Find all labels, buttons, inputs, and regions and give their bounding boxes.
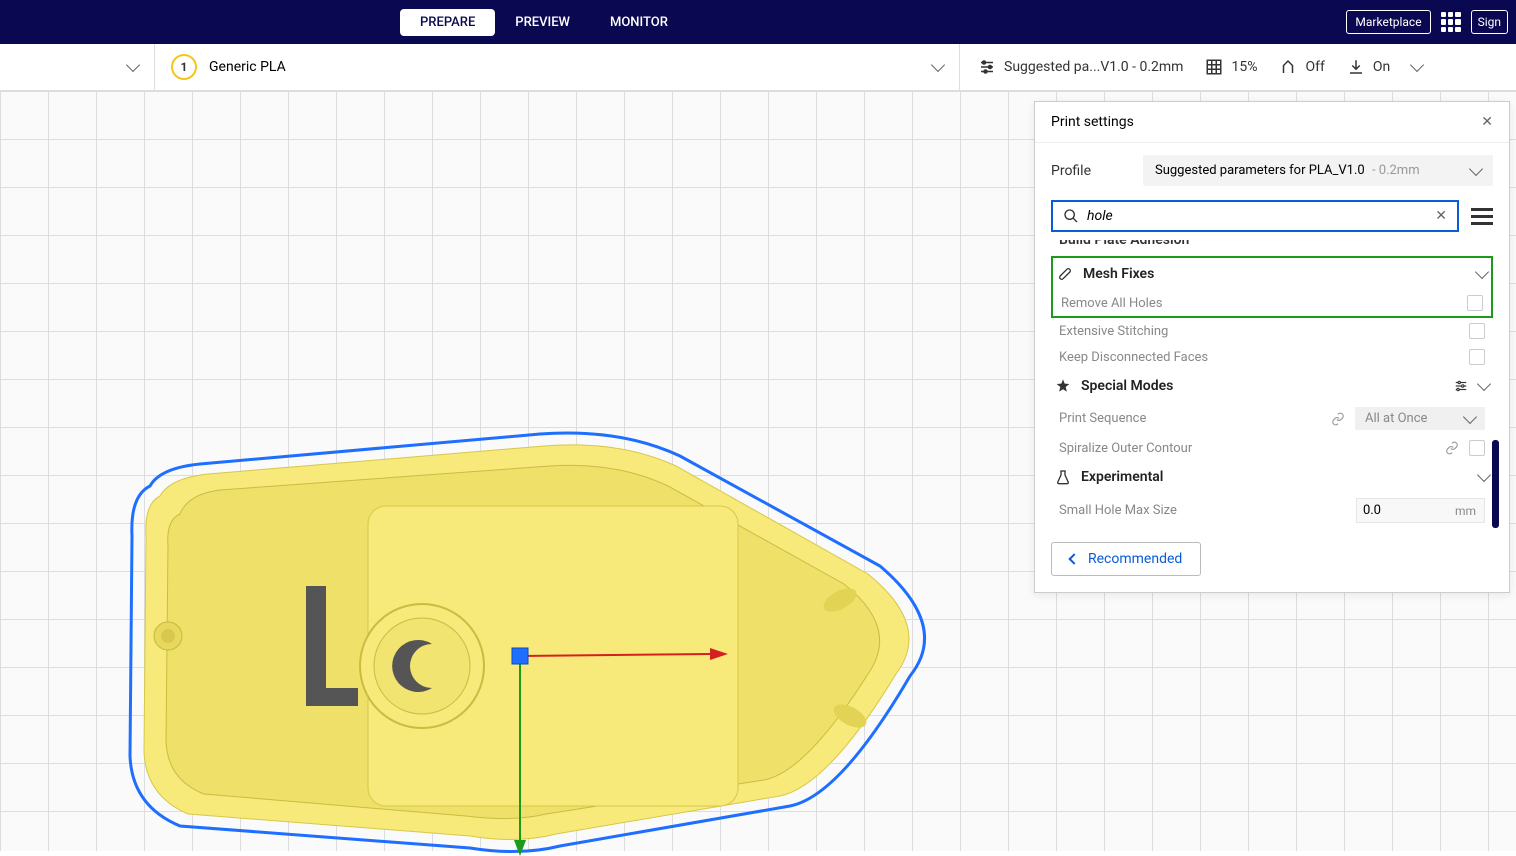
- chevron-left-icon: [1068, 553, 1079, 564]
- bandage-icon: [1057, 266, 1073, 282]
- checkbox[interactable]: [1469, 349, 1485, 365]
- settings-menu-icon[interactable]: [1471, 208, 1493, 225]
- chevron-down-icon: [1463, 409, 1477, 423]
- tab-prepare[interactable]: PREPARE: [400, 9, 495, 36]
- mode-tabs: PREPARE PREVIEW MONITOR: [400, 9, 688, 36]
- category-special-modes[interactable]: Special Modes: [1051, 370, 1493, 402]
- clear-search-icon[interactable]: ✕: [1435, 208, 1447, 224]
- chevron-down-icon: [126, 58, 140, 72]
- checkbox[interactable]: [1467, 295, 1483, 311]
- chevron-down-icon: [1477, 377, 1491, 391]
- topbar-right: Marketplace Sign: [1346, 10, 1508, 34]
- marketplace-button[interactable]: Marketplace: [1346, 10, 1430, 34]
- setting-remove-all-holes[interactable]: Remove All Holes: [1053, 290, 1491, 316]
- setting-spiralize[interactable]: Spiralize Outer Contour: [1051, 435, 1493, 461]
- settings-list: Build Plate Adhesion Mesh Fixes Remove A…: [1051, 240, 1493, 528]
- tab-monitor[interactable]: MONITOR: [590, 9, 688, 36]
- panel-title: Print settings: [1051, 114, 1134, 130]
- search-icon: [1063, 208, 1079, 224]
- chevron-down-icon: [1475, 265, 1489, 279]
- close-icon[interactable]: ✕: [1481, 114, 1493, 130]
- link-icon[interactable]: [1445, 441, 1459, 455]
- star-icon: [1055, 378, 1071, 394]
- category-experimental[interactable]: Experimental: [1051, 461, 1493, 493]
- setting-print-sequence[interactable]: Print Sequence All at Once: [1051, 402, 1493, 435]
- summary-adhesion: On: [1347, 58, 1390, 76]
- infill-icon: [1205, 58, 1223, 76]
- tab-preview[interactable]: PREVIEW: [495, 9, 590, 36]
- checkbox[interactable]: [1469, 323, 1485, 339]
- summary-support: Off: [1279, 58, 1324, 76]
- flask-icon: [1055, 469, 1071, 485]
- print-summary[interactable]: Suggested pa...V1.0 - 0.2mm 15% Off On: [960, 58, 1516, 76]
- setting-small-hole-max-size[interactable]: Small Hole Max Size mm: [1051, 493, 1493, 528]
- model-3d[interactable]: [120, 426, 950, 856]
- chevron-down-icon: [1477, 468, 1491, 482]
- profile-row: Profile Suggested parameters for PLA_V1.…: [1051, 155, 1493, 186]
- print-sequence-select[interactable]: All at Once: [1355, 407, 1485, 430]
- summary-infill: 15%: [1205, 58, 1257, 76]
- sliders-icon[interactable]: [1453, 379, 1469, 393]
- config-bar: 1 Generic PLA Suggested pa...V1.0 - 0.2m…: [0, 44, 1516, 91]
- material-dropdown[interactable]: 1 Generic PLA: [155, 44, 960, 90]
- small-hole-input[interactable]: mm: [1356, 498, 1485, 523]
- model-render: [120, 426, 950, 856]
- settings-search[interactable]: ✕: [1051, 200, 1459, 232]
- category-build-plate-adhesion[interactable]: Build Plate Adhesion: [1059, 240, 1493, 254]
- panel-header: Print settings ✕: [1035, 102, 1509, 143]
- setting-extensive-stitching[interactable]: Extensive Stitching: [1051, 318, 1493, 344]
- search-input[interactable]: [1087, 208, 1427, 224]
- chevron-down-icon: [931, 58, 945, 72]
- chevron-down-icon: [1469, 161, 1483, 175]
- checkbox[interactable]: [1469, 440, 1485, 456]
- apps-grid-icon[interactable]: [1441, 12, 1461, 32]
- top-nav-bar: PREPARE PREVIEW MONITOR Marketplace Sign: [0, 0, 1516, 44]
- adhesion-icon: [1347, 58, 1365, 76]
- recommended-button[interactable]: Recommended: [1051, 542, 1201, 576]
- profile-label: Profile: [1051, 163, 1131, 179]
- scrollbar-thumb[interactable]: [1492, 440, 1499, 528]
- printer-dropdown[interactable]: [0, 44, 155, 90]
- extruder-badge: 1: [171, 54, 197, 80]
- category-mesh-fixes[interactable]: Mesh Fixes: [1053, 258, 1491, 290]
- summary-profile: Suggested pa...V1.0 - 0.2mm: [978, 58, 1183, 76]
- support-icon: [1279, 58, 1297, 76]
- link-icon[interactable]: [1331, 412, 1345, 426]
- chevron-down-icon: [1410, 58, 1424, 72]
- sliders-icon: [978, 58, 996, 76]
- profile-dropdown[interactable]: Suggested parameters for PLA_V1.0 - 0.2m…: [1143, 155, 1493, 186]
- sign-in-button[interactable]: Sign: [1471, 10, 1508, 34]
- print-settings-panel: Print settings ✕ Profile Suggested param…: [1034, 101, 1510, 593]
- setting-keep-disconnected[interactable]: Keep Disconnected Faces: [1051, 344, 1493, 370]
- material-label: Generic PLA: [209, 59, 286, 75]
